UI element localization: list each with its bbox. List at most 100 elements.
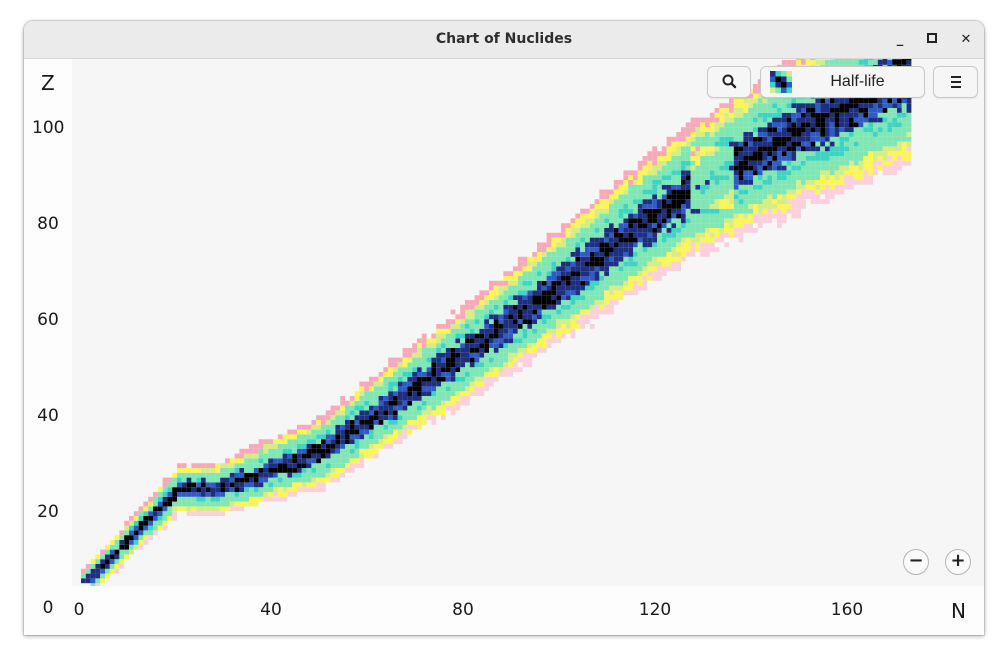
nuclide-cell[interactable] (781, 194, 787, 200)
nuclide-cell[interactable] (877, 141, 883, 147)
nuclide-cell[interactable] (820, 132, 825, 137)
nuclide-cell[interactable] (604, 256, 609, 262)
nuclide-cell[interactable] (877, 165, 883, 171)
mode-selector-button[interactable]: Half-life (760, 66, 925, 98)
nuclide-cell[interactable] (772, 108, 777, 113)
nuclide-cell[interactable] (493, 338, 499, 344)
nuclide-cell[interactable] (316, 463, 321, 468)
nuclide-cell[interactable] (791, 204, 797, 209)
nuclide-cell[interactable] (177, 468, 182, 473)
nuclide-cell[interactable] (441, 348, 446, 353)
nuclide-cell[interactable] (479, 348, 485, 353)
nuclide-cell[interactable] (815, 175, 821, 180)
nuclide-cell[interactable] (863, 132, 869, 137)
nuclide-cell[interactable] (273, 448, 278, 454)
nuclide-cell[interactable] (239, 458, 245, 464)
nuclide-cell[interactable] (517, 285, 523, 291)
nuclide-cell[interactable] (685, 237, 691, 243)
nuclide-cell[interactable] (705, 122, 710, 128)
nuclide-cell[interactable] (676, 175, 681, 180)
nuclide-cell[interactable] (757, 175, 763, 180)
nuclide-cell[interactable] (517, 280, 523, 286)
nuclide-cell[interactable] (714, 228, 720, 233)
nuclide-cell[interactable] (345, 458, 350, 464)
nuclide-cell[interactable] (273, 439, 278, 444)
nuclide-cell[interactable] (637, 228, 643, 233)
nuclide-cell[interactable] (719, 146, 725, 152)
nuclide-cell[interactable] (282, 477, 288, 483)
nuclide-cell[interactable] (90, 573, 96, 579)
nuclide-cell[interactable] (729, 184, 734, 190)
nuclide-cell[interactable] (330, 472, 336, 478)
nuclide-cell[interactable] (868, 146, 873, 152)
nuclide-cell[interactable] (753, 175, 758, 180)
nuclide-cell[interactable] (393, 372, 398, 377)
nuclide-cell[interactable] (676, 256, 681, 262)
nuclide-cell[interactable] (671, 189, 677, 195)
nuclide-cell[interactable] (234, 501, 240, 507)
nuclide-cell[interactable] (546, 304, 552, 310)
nuclide-cell[interactable] (839, 117, 845, 123)
nuclide-cell[interactable] (628, 290, 633, 296)
nuclide-cell[interactable] (196, 487, 201, 492)
nuclide-cell[interactable] (297, 429, 302, 435)
nuclide-cell[interactable] (753, 127, 758, 132)
nuclide-cell[interactable] (844, 170, 849, 176)
nuclide-cell[interactable] (657, 180, 662, 185)
nuclide-cell[interactable] (133, 540, 139, 545)
nuclide-cell[interactable] (263, 482, 269, 488)
nuclide-cell[interactable] (287, 458, 293, 464)
nuclide-cell[interactable] (844, 98, 849, 104)
nuclide-cell[interactable] (580, 218, 585, 224)
nuclide-cell[interactable] (733, 223, 739, 228)
nuclide-cell[interactable] (690, 199, 696, 204)
nuclide-cell[interactable] (623, 242, 629, 248)
nuclide-cell[interactable] (532, 300, 537, 305)
nuclide-cell[interactable] (157, 511, 163, 516)
nuclide-cell[interactable] (465, 400, 470, 406)
nuclide-cell[interactable] (421, 352, 427, 358)
nuclide-cell[interactable] (661, 208, 667, 214)
nuclide-cell[interactable] (316, 458, 321, 464)
nuclide-cell[interactable] (676, 151, 681, 156)
nuclide-cell[interactable] (325, 420, 331, 425)
nuclide-cell[interactable] (397, 405, 403, 411)
nuclide-cell[interactable] (412, 367, 417, 372)
nuclide-cell[interactable] (810, 117, 816, 123)
nuclide-cell[interactable] (805, 184, 811, 190)
nuclide-cell[interactable] (825, 165, 830, 171)
nuclide-cell[interactable] (743, 98, 749, 104)
nuclide-cell[interactable] (781, 122, 787, 128)
nuclide-cell[interactable] (709, 247, 715, 252)
nuclide-cell[interactable] (599, 189, 605, 195)
nuclide-cell[interactable] (748, 108, 753, 113)
nuclide-cell[interactable] (220, 492, 225, 497)
nuclide-cell[interactable] (849, 117, 854, 123)
nuclide-cell[interactable] (388, 420, 393, 425)
nuclide-cell[interactable] (412, 424, 417, 430)
nuclide-cell[interactable] (570, 324, 576, 329)
nuclide-cell[interactable] (277, 463, 283, 468)
nuclide-cell[interactable] (450, 357, 456, 363)
nuclide-cell[interactable] (767, 151, 773, 156)
nuclide-cell[interactable] (753, 199, 758, 204)
nuclide-cell[interactable] (330, 458, 336, 464)
nuclide-cell[interactable] (306, 468, 312, 473)
nuclide-cell[interactable] (570, 252, 576, 257)
nuclide-cell[interactable] (685, 228, 691, 233)
nuclide-cell[interactable] (369, 410, 374, 416)
nuclide-cell[interactable] (815, 55, 821, 60)
nuclide-cell[interactable] (666, 204, 672, 209)
nuclide-cell[interactable] (431, 352, 437, 358)
nuclide-cell[interactable] (532, 343, 537, 348)
nuclide-cell[interactable] (383, 410, 389, 416)
nuclide-cell[interactable] (705, 242, 710, 248)
nuclide-cell[interactable] (244, 448, 249, 454)
nuclide-cell[interactable] (599, 300, 605, 305)
nuclide-cell[interactable] (570, 256, 576, 262)
nuclide-cell[interactable] (748, 208, 753, 214)
nuclide-cell[interactable] (503, 343, 509, 348)
nuclide-cell[interactable] (263, 492, 269, 497)
nuclide-cell[interactable] (700, 184, 705, 190)
nuclide-cell[interactable] (609, 256, 614, 262)
